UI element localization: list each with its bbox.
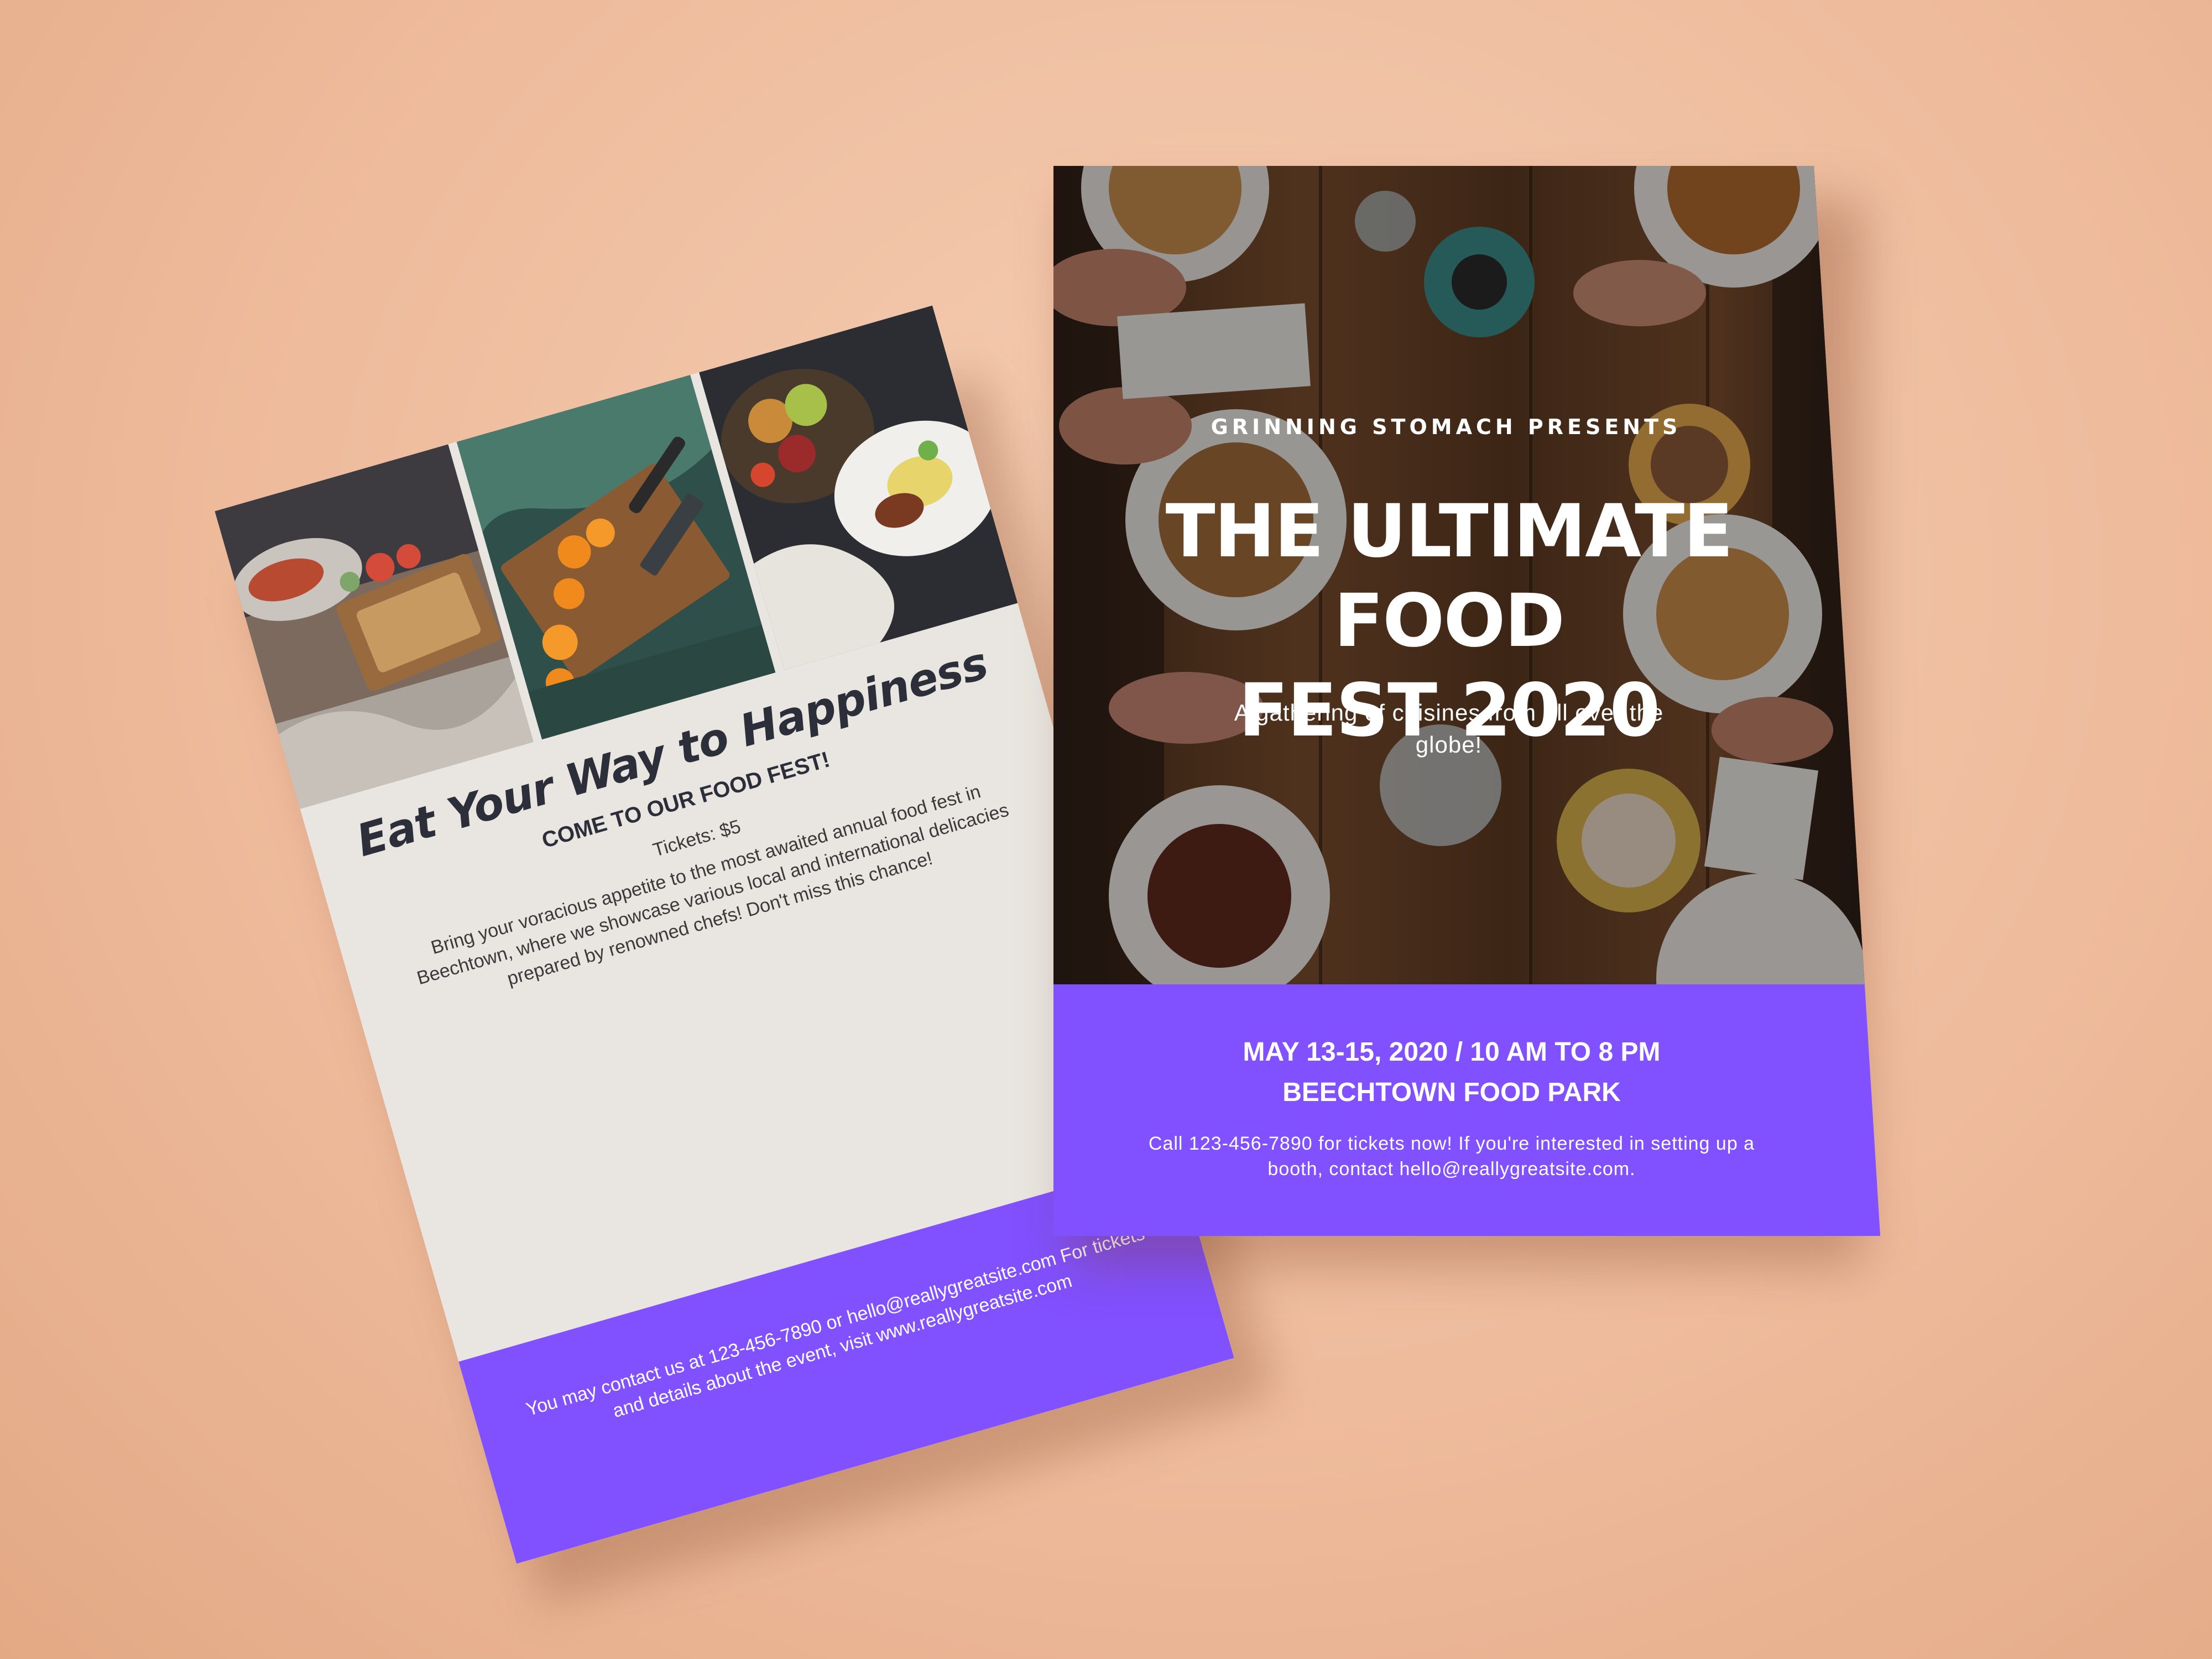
- event-contact: Call 123-456-7890 for tickets now! If yo…: [1148, 1133, 1755, 1180]
- presenter-line: GRINNING STOMACH PRESENTS: [1211, 415, 1682, 439]
- front-flyer-info-band: [1053, 984, 1880, 1236]
- event-title-line1: THE ULTIMATE FOOD: [1165, 489, 1734, 664]
- front-flyer: GRINNING STOMACH PRESENTS THE ULTIMATE F…: [1053, 166, 1880, 1236]
- event-venue: BEECHTOWN FOOD PARK: [1282, 1078, 1621, 1107]
- event-date-time: MAY 13-15, 2020 / 10 AM TO 8 PM: [1243, 1037, 1661, 1067]
- event-tagline: A gathering of cuisines from all over th…: [1234, 700, 1664, 758]
